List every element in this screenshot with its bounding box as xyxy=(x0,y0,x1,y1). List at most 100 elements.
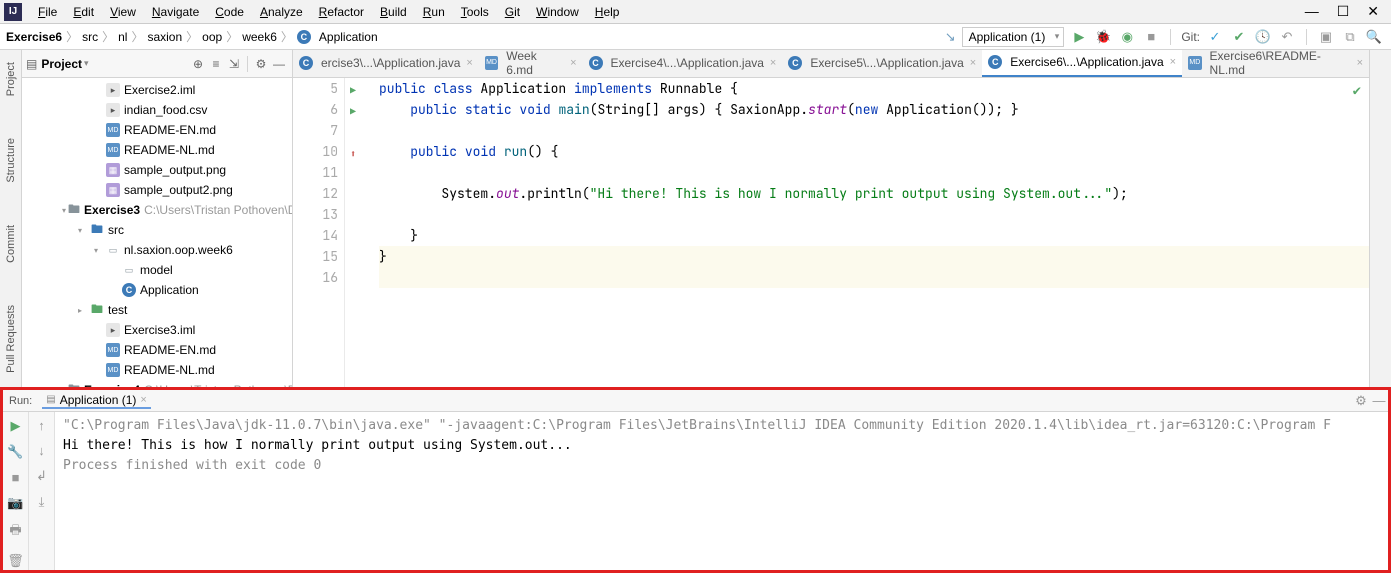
tree-item[interactable]: MDREADME-EN.md xyxy=(22,340,292,360)
tree-item[interactable]: ▦sample_output.png xyxy=(22,160,292,180)
tree-item[interactable]: CApplication xyxy=(22,280,292,300)
run-hide-icon[interactable]: — xyxy=(1370,392,1388,410)
rerun-icon[interactable]: ▶ xyxy=(11,418,21,434)
ide-settings-icon[interactable]: ▣ xyxy=(1317,28,1335,46)
menu-analyze[interactable]: Analyze xyxy=(252,3,311,21)
editor-tab[interactable]: MDExercise6\README-NL.md× xyxy=(1182,50,1369,78)
git-commit-icon[interactable]: ✔ xyxy=(1230,28,1248,46)
tree-item[interactable]: ▸Exercise2.iml xyxy=(22,80,292,100)
run-tab[interactable]: ▤ Application (1) × xyxy=(42,393,151,409)
tree-item[interactable]: MDREADME-EN.md xyxy=(22,120,292,140)
editor-tab[interactable]: Cercise3\...\Application.java× xyxy=(293,50,479,78)
print-icon[interactable]: 🖶 xyxy=(9,521,21,543)
tool-structure[interactable]: Structure xyxy=(5,132,17,189)
gutter-override-icon[interactable]: ⬆ xyxy=(350,143,356,164)
tree-item[interactable]: ▾🖿src xyxy=(22,220,292,240)
breadcrumb-item[interactable]: oop xyxy=(202,30,222,44)
breadcrumb-item[interactable]: week6 xyxy=(242,30,277,44)
stop-run-icon[interactable]: ■ xyxy=(12,470,20,485)
editor-tab[interactable]: MDWeek 6.md× xyxy=(479,50,583,78)
project-tree[interactable]: ▸Exercise2.iml▸indian_food.csvMDREADME-E… xyxy=(22,78,292,387)
menu-help[interactable]: Help xyxy=(587,3,628,21)
soft-wrap-icon[interactable]: ↲ xyxy=(36,468,47,484)
tree-item[interactable]: ▾▭nl.saxion.oop.week6 xyxy=(22,240,292,260)
run-button[interactable]: ▶ xyxy=(1070,28,1088,46)
breadcrumb-item[interactable]: src xyxy=(82,30,98,44)
menu-file[interactable]: File xyxy=(30,3,65,21)
search-everywhere-icon[interactable]: ⧉ xyxy=(1341,28,1359,46)
tree-item[interactable]: ▾🖿Exercise4C:\Users\Tristan Pothoven\Doc… xyxy=(22,380,292,387)
breadcrumb-item[interactable]: Application xyxy=(319,30,378,44)
close-button[interactable]: ✕ xyxy=(1367,3,1379,20)
menu-navigate[interactable]: Navigate xyxy=(144,3,207,21)
collapse-all-icon[interactable]: ⇲ xyxy=(226,56,242,72)
tree-item[interactable]: ▾🖿Exercise3C:\Users\Tristan Pothoven\Doc… xyxy=(22,200,292,220)
tab-close-icon[interactable]: × xyxy=(1170,56,1176,68)
tree-item[interactable]: ▸indian_food.csv xyxy=(22,100,292,120)
menu-refactor[interactable]: Refactor xyxy=(311,3,372,21)
tree-item[interactable]: ▭model xyxy=(22,260,292,280)
build-icon[interactable]: ↘ xyxy=(945,29,956,45)
minimize-button[interactable]: — xyxy=(1305,3,1319,20)
git-history-icon[interactable]: 🕓 xyxy=(1254,28,1272,46)
run-settings-icon[interactable]: ⚙ xyxy=(1352,392,1370,410)
menu-git[interactable]: Git xyxy=(497,3,528,21)
editor-area[interactable]: 5▶6▶710⬆111213141516 public class Applic… xyxy=(293,78,1369,387)
tree-arrow-icon[interactable]: ▸ xyxy=(78,306,88,315)
editor-tab[interactable]: CExercise5\...\Application.java× xyxy=(782,50,982,78)
menu-code[interactable]: Code xyxy=(207,3,252,21)
tool-pull-requests[interactable]: Pull Requests xyxy=(5,299,17,379)
tab-close-icon[interactable]: × xyxy=(970,57,976,69)
down-icon[interactable]: ↓ xyxy=(38,443,45,458)
tab-close-icon[interactable]: × xyxy=(570,57,576,69)
search-icon[interactable]: 🔍 xyxy=(1365,28,1383,46)
delete-icon[interactable]: 🗑 xyxy=(7,553,24,569)
debug-button[interactable]: 🐞 xyxy=(1094,28,1112,46)
tree-arrow-icon[interactable]: ▾ xyxy=(94,246,104,255)
breadcrumb-item[interactable]: saxion xyxy=(147,30,182,44)
tab-close-icon[interactable]: × xyxy=(1357,57,1363,69)
breadcrumb-item[interactable]: nl xyxy=(118,30,127,44)
menu-window[interactable]: Window xyxy=(528,3,587,21)
tree-item[interactable]: ▦sample_output2.png xyxy=(22,180,292,200)
up-icon[interactable]: ↑ xyxy=(38,418,45,433)
tree-item[interactable]: MDREADME-NL.md xyxy=(22,140,292,160)
dump-icon[interactable]: 📷 xyxy=(7,495,23,511)
tool-commit[interactable]: Commit xyxy=(5,219,17,269)
gutter-run-icon[interactable]: ▶ xyxy=(350,80,356,101)
locate-icon[interactable]: ⊕ xyxy=(190,56,206,72)
scroll-end-icon[interactable]: ⤓ xyxy=(39,494,45,510)
coverage-button[interactable]: ◉ xyxy=(1118,28,1136,46)
tree-arrow-icon[interactable]: ▾ xyxy=(78,226,88,235)
console-output[interactable]: "C:\Program Files\Java\jdk-11.0.7\bin\ja… xyxy=(55,412,1388,570)
menu-edit[interactable]: Edit xyxy=(65,3,102,21)
class-icon: C xyxy=(297,30,311,44)
menu-build[interactable]: Build xyxy=(372,3,415,21)
gutter-run-icon[interactable]: ▶ xyxy=(350,101,356,122)
menu-tools[interactable]: Tools xyxy=(453,3,497,21)
tree-arrow-icon[interactable]: ▾ xyxy=(62,206,66,215)
code-content[interactable]: public class Application implements Runn… xyxy=(345,78,1369,387)
configure-icon[interactable]: 🔧 xyxy=(7,444,23,460)
maximize-button[interactable]: ☐ xyxy=(1337,3,1350,20)
tab-close-icon[interactable]: × xyxy=(466,57,472,69)
tab-close-icon[interactable]: × xyxy=(770,57,776,69)
tree-item[interactable]: ▸🖿test xyxy=(22,300,292,320)
stop-button[interactable]: ■ xyxy=(1142,28,1160,46)
run-config-selector[interactable]: Application (1) xyxy=(962,27,1065,47)
run-tab-close-icon[interactable]: × xyxy=(140,394,146,406)
breadcrumb-item[interactable]: Exercise6 xyxy=(6,30,62,44)
menu-run[interactable]: Run xyxy=(415,3,453,21)
gear-icon[interactable]: ⚙ xyxy=(253,56,269,72)
tree-item[interactable]: ▸Exercise3.iml xyxy=(22,320,292,340)
hide-panel-icon[interactable]: — xyxy=(271,56,287,72)
git-update-icon[interactable]: ✓ xyxy=(1206,28,1224,46)
expand-all-icon[interactable]: ≡ xyxy=(208,56,224,72)
tree-item[interactable]: MDREADME-NL.md xyxy=(22,360,292,380)
tool-project[interactable]: Project xyxy=(5,56,17,102)
git-revert-icon[interactable]: ↶ xyxy=(1278,28,1296,46)
editor-tab[interactable]: CExercise6\...\Application.java× xyxy=(982,50,1182,78)
inspection-ok-icon[interactable]: ✔ xyxy=(1353,82,1361,100)
menu-view[interactable]: View xyxy=(102,3,144,21)
editor-tab[interactable]: CExercise4\...\Application.java× xyxy=(583,50,783,78)
